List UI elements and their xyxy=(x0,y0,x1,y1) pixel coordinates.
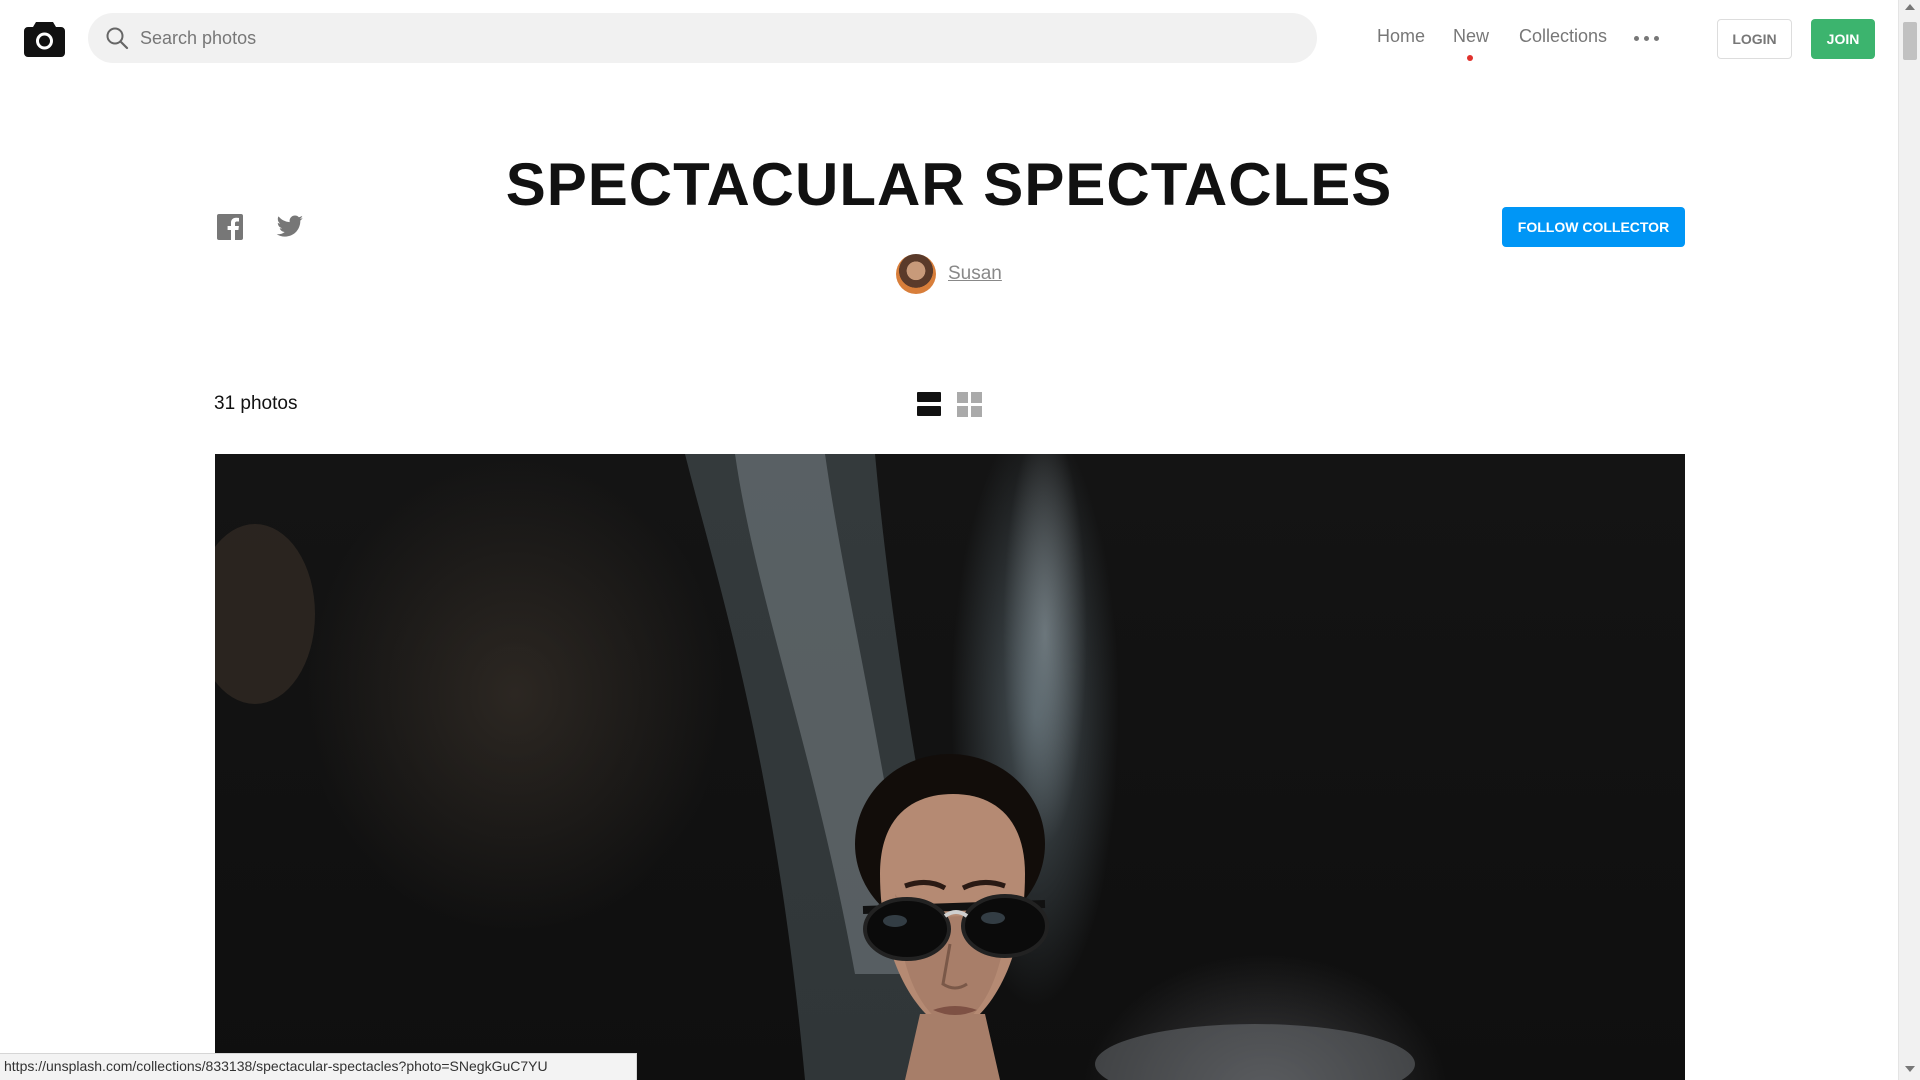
scroll-up-arrow-icon[interactable] xyxy=(1905,4,1915,10)
login-button[interactable]: LOGIN xyxy=(1717,19,1792,59)
collector-name-link[interactable]: Susan xyxy=(948,263,1002,285)
top-header: Home New Collections LOGIN JOIN xyxy=(0,0,1898,76)
avatar[interactable] xyxy=(896,254,936,294)
search-input[interactable] xyxy=(140,13,1300,63)
join-button[interactable]: JOIN xyxy=(1811,19,1875,59)
nav-home[interactable]: Home xyxy=(1377,26,1425,47)
search-icon xyxy=(105,26,129,50)
collection-title: SPECTACULAR SPECTACLES xyxy=(505,151,1393,218)
grid-view-icon[interactable] xyxy=(957,392,982,417)
scroll-down-arrow-icon[interactable] xyxy=(1905,1066,1915,1072)
photo-count: 31 photos xyxy=(214,393,298,414)
collection-photo[interactable] xyxy=(215,454,1685,1080)
scrollbar-thumb[interactable] xyxy=(1903,22,1917,60)
new-indicator-dot xyxy=(1467,55,1473,61)
search-bar xyxy=(88,13,1317,63)
more-dots-icon[interactable] xyxy=(1632,24,1662,52)
list-view-icon[interactable] xyxy=(917,392,941,416)
follow-collector-button[interactable]: FOLLOW COLLECTOR xyxy=(1502,207,1685,247)
facebook-icon[interactable] xyxy=(217,214,243,240)
camera-icon[interactable] xyxy=(24,19,65,57)
nav-collections[interactable]: Collections xyxy=(1519,26,1607,47)
vertical-scrollbar[interactable] xyxy=(1898,0,1920,1080)
collector-info: Susan xyxy=(896,253,1002,295)
link-status-bar: https://unsplash.com/collections/833138/… xyxy=(0,1053,637,1080)
nav-new[interactable]: New xyxy=(1453,26,1489,47)
page: Home New Collections LOGIN JOIN SPECTACU… xyxy=(0,0,1898,1080)
